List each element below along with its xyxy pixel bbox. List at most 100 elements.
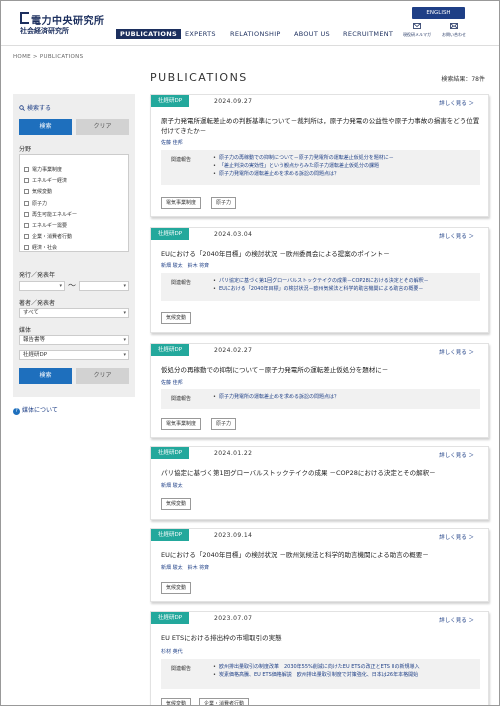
publication-title[interactable]: パリ協定に基づく第1回グローバルストックテイクの成果 －COP28における決定と…: [161, 468, 481, 478]
clear-button[interactable]: クリア: [76, 119, 129, 135]
related-label: 関連報告: [171, 157, 192, 163]
search-title-label: 検索する: [27, 105, 52, 112]
related-link[interactable]: 炭素価格高騰、EU ETS価格解説 欧州排出量取引制度で対策強化、日本は26年本…: [213, 671, 420, 679]
newsletter-label: 現役研メルマガ: [403, 32, 431, 37]
logo-sub-text: 社会経済研究所: [20, 27, 69, 35]
publication-title[interactable]: 原子力発電所運転差止めの判断基準について－裁判所は，原子力発電の公益性や原子力事…: [161, 116, 481, 136]
field-checkbox[interactable]: エネルギー需要: [24, 223, 67, 229]
detail-link[interactable]: 詳しく見る ＞: [439, 99, 474, 107]
checkbox-icon: [24, 189, 29, 194]
search-button-bottom[interactable]: 検索: [19, 368, 72, 384]
clear-button-bottom[interactable]: クリア: [76, 368, 129, 384]
logo-mark-icon: [20, 12, 29, 24]
detail-link[interactable]: 詳しく見る ＞: [439, 451, 474, 459]
publication-date: 2024.03.04: [214, 231, 253, 238]
publication-date: 2024.02.27: [214, 347, 253, 354]
detail-link[interactable]: 詳しく見る ＞: [439, 348, 474, 356]
field-tag[interactable]: 原子力: [211, 418, 237, 430]
field-checkbox[interactable]: エネルギー経済: [24, 178, 67, 184]
related-link[interactable]: 「差止判決の実効性」という観点からみた原子力運転差止仮処分の課題: [213, 162, 394, 170]
field-tag[interactable]: 電気事業制度: [161, 418, 202, 430]
related-link[interactable]: 原子力発電所の運転差止めを求める訴訟の問題点は？: [213, 393, 339, 401]
english-button[interactable]: ENGLISH: [412, 7, 465, 19]
author-label: 著者／発表者: [19, 300, 56, 307]
detail-link[interactable]: 詳しく見る ＞: [439, 232, 474, 240]
authors[interactable]: 杉材 英代: [161, 648, 183, 655]
authors[interactable]: 新畑 駿太 鈴木 将斉: [161, 262, 209, 269]
field-tag[interactable]: 気候変動: [161, 698, 192, 705]
media-help-link[interactable]: ? 媒体について: [13, 405, 58, 415]
media-select-2[interactable]: 社経研DP ▾: [19, 350, 129, 360]
checkbox-icon: [24, 212, 29, 217]
detail-link[interactable]: 詳しく見る ＞: [439, 533, 474, 541]
related-link[interactable]: EUにおける「2040年目標」の検討状況－欧州気候法と科学的助言機関による助言の…: [213, 285, 429, 293]
field-tag[interactable]: 原子力: [211, 197, 237, 209]
field-checkbox-list: 電力事業制度 エネルギー経済 気候変動 原子力 再生可能エネルギー エネルギー需…: [19, 154, 129, 252]
related-link[interactable]: 原子力発電所の運転差止めを求める訴訟の問題点は？: [213, 170, 394, 178]
chevron-down-icon: ▾: [123, 337, 126, 343]
search-button[interactable]: 検索: [19, 119, 72, 135]
search-title: 検索する: [19, 103, 51, 112]
contact-label: お問い合わせ: [442, 32, 466, 37]
result-count: 検索結果：78件: [441, 76, 485, 83]
publication-card: 社経研DP 2023.09.14 詳しく見る ＞ EUにおける「2040年目標」…: [150, 528, 489, 602]
field-checkbox[interactable]: 原子力: [24, 201, 47, 207]
related-label: 関連報告: [171, 280, 192, 286]
related-link[interactable]: パリ協定に基づく第1回グローバルストックテイクの成果－COP28における決定とそ…: [213, 277, 429, 285]
related-link[interactable]: 欧州排出量取引の制度改革 2030年55%削減に向けたEU ETSの改正とETS…: [213, 663, 420, 671]
field-tag[interactable]: 気候変動: [161, 312, 192, 324]
field-tag[interactable]: 気候変動: [161, 498, 192, 510]
nav-recruitment[interactable]: RECRUITMENT: [343, 29, 393, 39]
logo-main-text: 電力中央研究所: [31, 16, 105, 27]
related-label: 関連報告: [171, 396, 192, 402]
field-label: 分野: [19, 146, 32, 153]
publication-card: 社経研DP 2024.02.27 詳しく見る ＞ 仮処分の再稼動での抑制について…: [150, 343, 489, 438]
authors[interactable]: 佐藤 佳邦: [161, 139, 183, 146]
year-from-select[interactable]: ▾: [19, 281, 65, 291]
publication-card: 社経研DP 2023.07.07 詳しく見る ＞ EU ETSにおける排出枠の市…: [150, 611, 489, 705]
authors[interactable]: 佐藤 佳邦: [161, 379, 183, 386]
publication-date: 2024.01.22: [214, 450, 253, 457]
nav-relationship[interactable]: RELATIONSHIP: [230, 29, 281, 39]
publication-title[interactable]: EUにおける「2040年目標」の検討状況 －欧州気候法と科学的助言機関による助言…: [161, 550, 481, 560]
publication-card: 社経研DP 2024.09.27 詳しく見る ＞ 原子力発電所運転差止めの判断基…: [150, 94, 489, 217]
related-label: 関連報告: [171, 666, 192, 672]
authors[interactable]: 新畑 駿太 鈴木 将斉: [161, 564, 209, 571]
author-select[interactable]: すべて ▾: [19, 308, 129, 318]
field-tag[interactable]: 気候変動: [161, 582, 192, 594]
publication-title[interactable]: EU ETSにおける排出枠の市場取引の実態: [161, 633, 481, 643]
publication-title[interactable]: 仮処分の再稼動での抑制について－原子力発電所の運転差止仮処分を題材に－: [161, 365, 481, 375]
related-link[interactable]: 原子力の再稼動での抑制について－原子力発電所の運転差止仮処分を題材に－: [213, 154, 394, 162]
field-checkbox[interactable]: 再生可能エネルギー: [24, 212, 77, 218]
media-select-1[interactable]: 報告書等 ▾: [19, 335, 129, 345]
category-badge: 社経研DP: [151, 612, 190, 624]
category-badge: 社経研DP: [151, 95, 190, 107]
breadcrumb[interactable]: HOME > PUBLICATIONS: [13, 54, 83, 60]
nav-publications[interactable]: PUBLICATIONS: [116, 29, 181, 39]
detail-link[interactable]: 詳しく見る ＞: [439, 616, 474, 624]
field-checkbox[interactable]: 気候変動: [24, 189, 52, 195]
category-badge: 社経研DP: [151, 529, 190, 541]
field-checkbox[interactable]: 経済・社会: [24, 245, 57, 251]
newsletter-link[interactable]: 現役研メルマガ: [397, 22, 437, 38]
checkbox-icon: [24, 201, 29, 206]
field-tag[interactable]: 企業・消費者行動: [199, 698, 250, 705]
chevron-down-icon: ▾: [59, 283, 62, 289]
authors[interactable]: 新畑 駿太: [161, 482, 183, 489]
field-checkbox[interactable]: 企業・消費者行動: [24, 234, 72, 240]
media-label: 媒体: [19, 327, 32, 334]
checkbox-icon: [24, 223, 29, 228]
related-reports: 関連報告 パリ協定に基づく第1回グローバルストックテイクの成果－COP28におけ…: [161, 273, 480, 301]
field-checkbox[interactable]: 電力事業制度: [24, 167, 62, 173]
year-to-select[interactable]: ▾: [79, 281, 129, 291]
publication-date: 2023.07.07: [214, 615, 253, 622]
contact-link[interactable]: お問い合わせ: [434, 22, 474, 38]
date-range-tilde: 〜: [68, 281, 76, 290]
field-tag[interactable]: 電気事業制度: [161, 197, 202, 209]
chevron-down-icon: ▾: [123, 310, 126, 316]
related-list: パリ協定に基づく第1回グローバルストックテイクの成果－COP28における決定とそ…: [213, 277, 429, 293]
nav-experts[interactable]: EXPERTS: [185, 29, 216, 39]
mail-icon: [413, 22, 421, 30]
publication-title[interactable]: EUにおける「2040年目標」の検討状況 －欧州委員会による提案のポイント－: [161, 249, 481, 259]
nav-about-us[interactable]: ABOUT US: [294, 29, 330, 39]
